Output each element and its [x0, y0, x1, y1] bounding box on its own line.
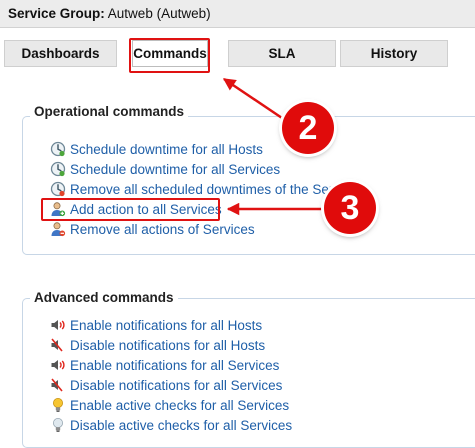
tab-commands[interactable]: Commands	[132, 40, 208, 67]
arrow-to-commands-tab	[222, 77, 283, 120]
schedule-downtime-hosts-link[interactable]: Schedule downtime for all Hosts	[50, 140, 263, 158]
user-add-icon	[50, 201, 66, 217]
operational-commands-title: Operational commands	[30, 104, 189, 119]
disable-notifications-hosts-link[interactable]: Disable notifications for all Hosts	[50, 336, 265, 354]
speaker-off-icon	[50, 337, 66, 353]
tab-history[interactable]: History	[340, 40, 448, 67]
command-label: Disable notifications for all Services	[70, 377, 283, 393]
remove-scheduled-downtimes-link[interactable]: Remove all scheduled downtimes of the Se…	[50, 180, 343, 198]
command-label: Disable notifications for all Hosts	[70, 337, 266, 353]
title-label: Service Group:	[8, 6, 105, 21]
command-label: Enable active checks for all Services	[70, 397, 290, 413]
enable-notifications-services-link[interactable]: Enable notifications for all Services	[50, 356, 279, 374]
add-action-all-services-link[interactable]: Add action to all Services	[50, 200, 222, 218]
remove-all-actions-link[interactable]: Remove all actions of Services	[50, 220, 255, 238]
speaker-on-icon	[50, 317, 66, 333]
command-label: Schedule downtime for all Services	[70, 161, 281, 177]
tab-label: Dashboards	[21, 46, 100, 61]
enable-notifications-hosts-link[interactable]: Enable notifications for all Hosts	[50, 316, 262, 334]
disable-active-checks-link[interactable]: Disable active checks for all Services	[50, 416, 292, 434]
tab-label: History	[370, 46, 418, 61]
title-value: Autweb (Autweb)	[107, 6, 211, 21]
page-title: Service Group: Autweb (Autweb)	[8, 6, 211, 21]
step-3-badge: 3	[324, 182, 376, 234]
tab-sla[interactable]: SLA	[228, 40, 336, 67]
tab-label: Commands	[133, 46, 207, 61]
command-label: Schedule downtime for all Hosts	[70, 141, 263, 157]
tab-dashboards[interactable]: Dashboards	[4, 40, 117, 67]
tab-label: SLA	[268, 46, 296, 61]
page-header: Service Group: Autweb (Autweb)	[0, 0, 475, 28]
disable-notifications-services-link[interactable]: Disable notifications for all Services	[50, 376, 282, 394]
command-label: Remove all actions of Services	[70, 221, 255, 237]
command-label: Enable notifications for all Services	[70, 357, 280, 373]
command-label: Remove all scheduled downtimes of the Se…	[70, 181, 344, 197]
command-label: Add action to all Services	[70, 201, 222, 217]
command-label: Disable active checks for all Services	[70, 417, 293, 433]
schedule-downtime-services-link[interactable]: Schedule downtime for all Services	[50, 160, 280, 178]
bulb-off-icon	[50, 417, 66, 433]
clock-remove-icon	[50, 181, 66, 197]
command-label: Enable notifications for all Hosts	[70, 317, 263, 333]
step-2-badge: 2	[282, 102, 334, 154]
enable-active-checks-link[interactable]: Enable active checks for all Services	[50, 396, 289, 414]
bulb-on-icon	[50, 397, 66, 413]
speaker-on-icon	[50, 357, 66, 373]
clock-icon	[50, 161, 66, 177]
speaker-off-icon	[50, 377, 66, 393]
user-remove-icon	[50, 221, 66, 237]
clock-icon	[50, 141, 66, 157]
advanced-commands-title: Advanced commands	[30, 290, 178, 305]
